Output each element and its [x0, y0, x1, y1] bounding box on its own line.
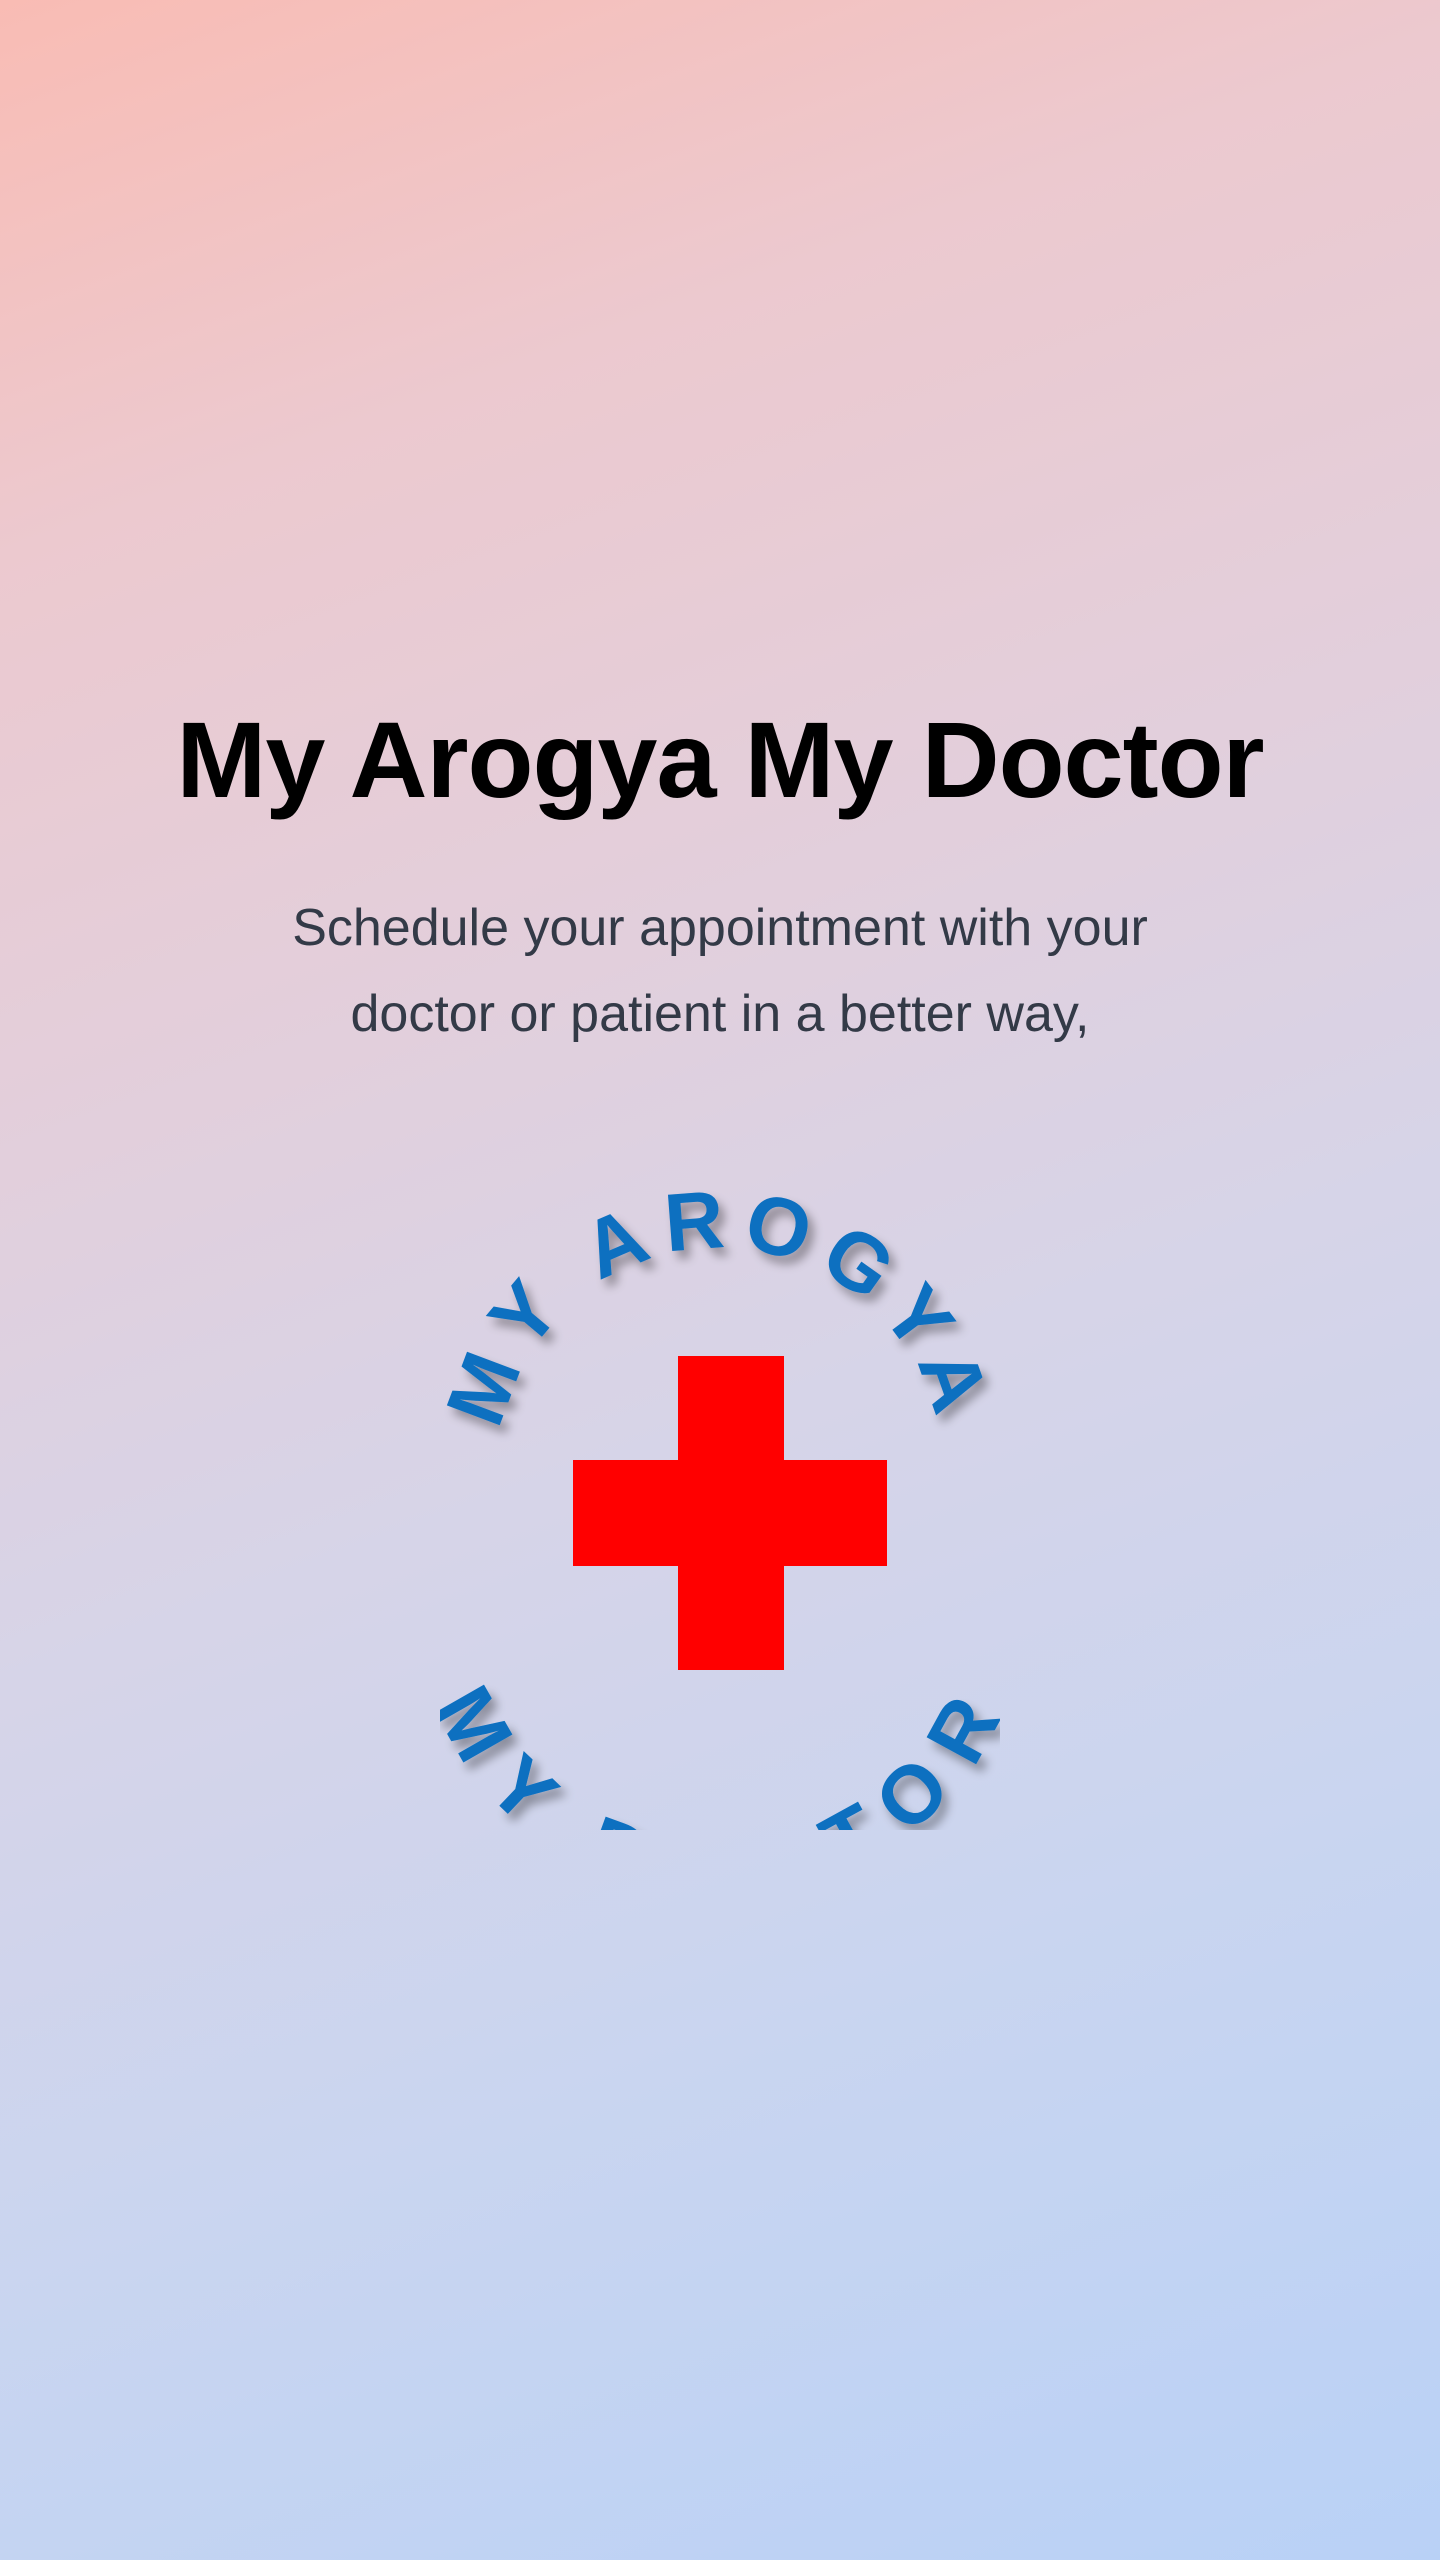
tagline-line-1: Schedule your appointment with your [292, 899, 1148, 957]
tagline-line-2: doctor or patient in a better way, [350, 985, 1090, 1043]
tagline: Schedule your appointment with your doct… [220, 885, 1220, 1057]
splash-screen: My Arogya My Doctor Schedule your appoin… [0, 0, 1440, 2560]
app-logo: MY AROGYA MY DOCTOR [440, 1170, 1000, 1830]
logo-graphic: MY AROGYA MY DOCTOR [440, 1173, 1000, 1830]
logo-bottom-text: MY DOCTOR [440, 1672, 1000, 1830]
app-title: My Arogya My Doctor [176, 699, 1264, 820]
red-cross-icon [573, 1356, 887, 1670]
